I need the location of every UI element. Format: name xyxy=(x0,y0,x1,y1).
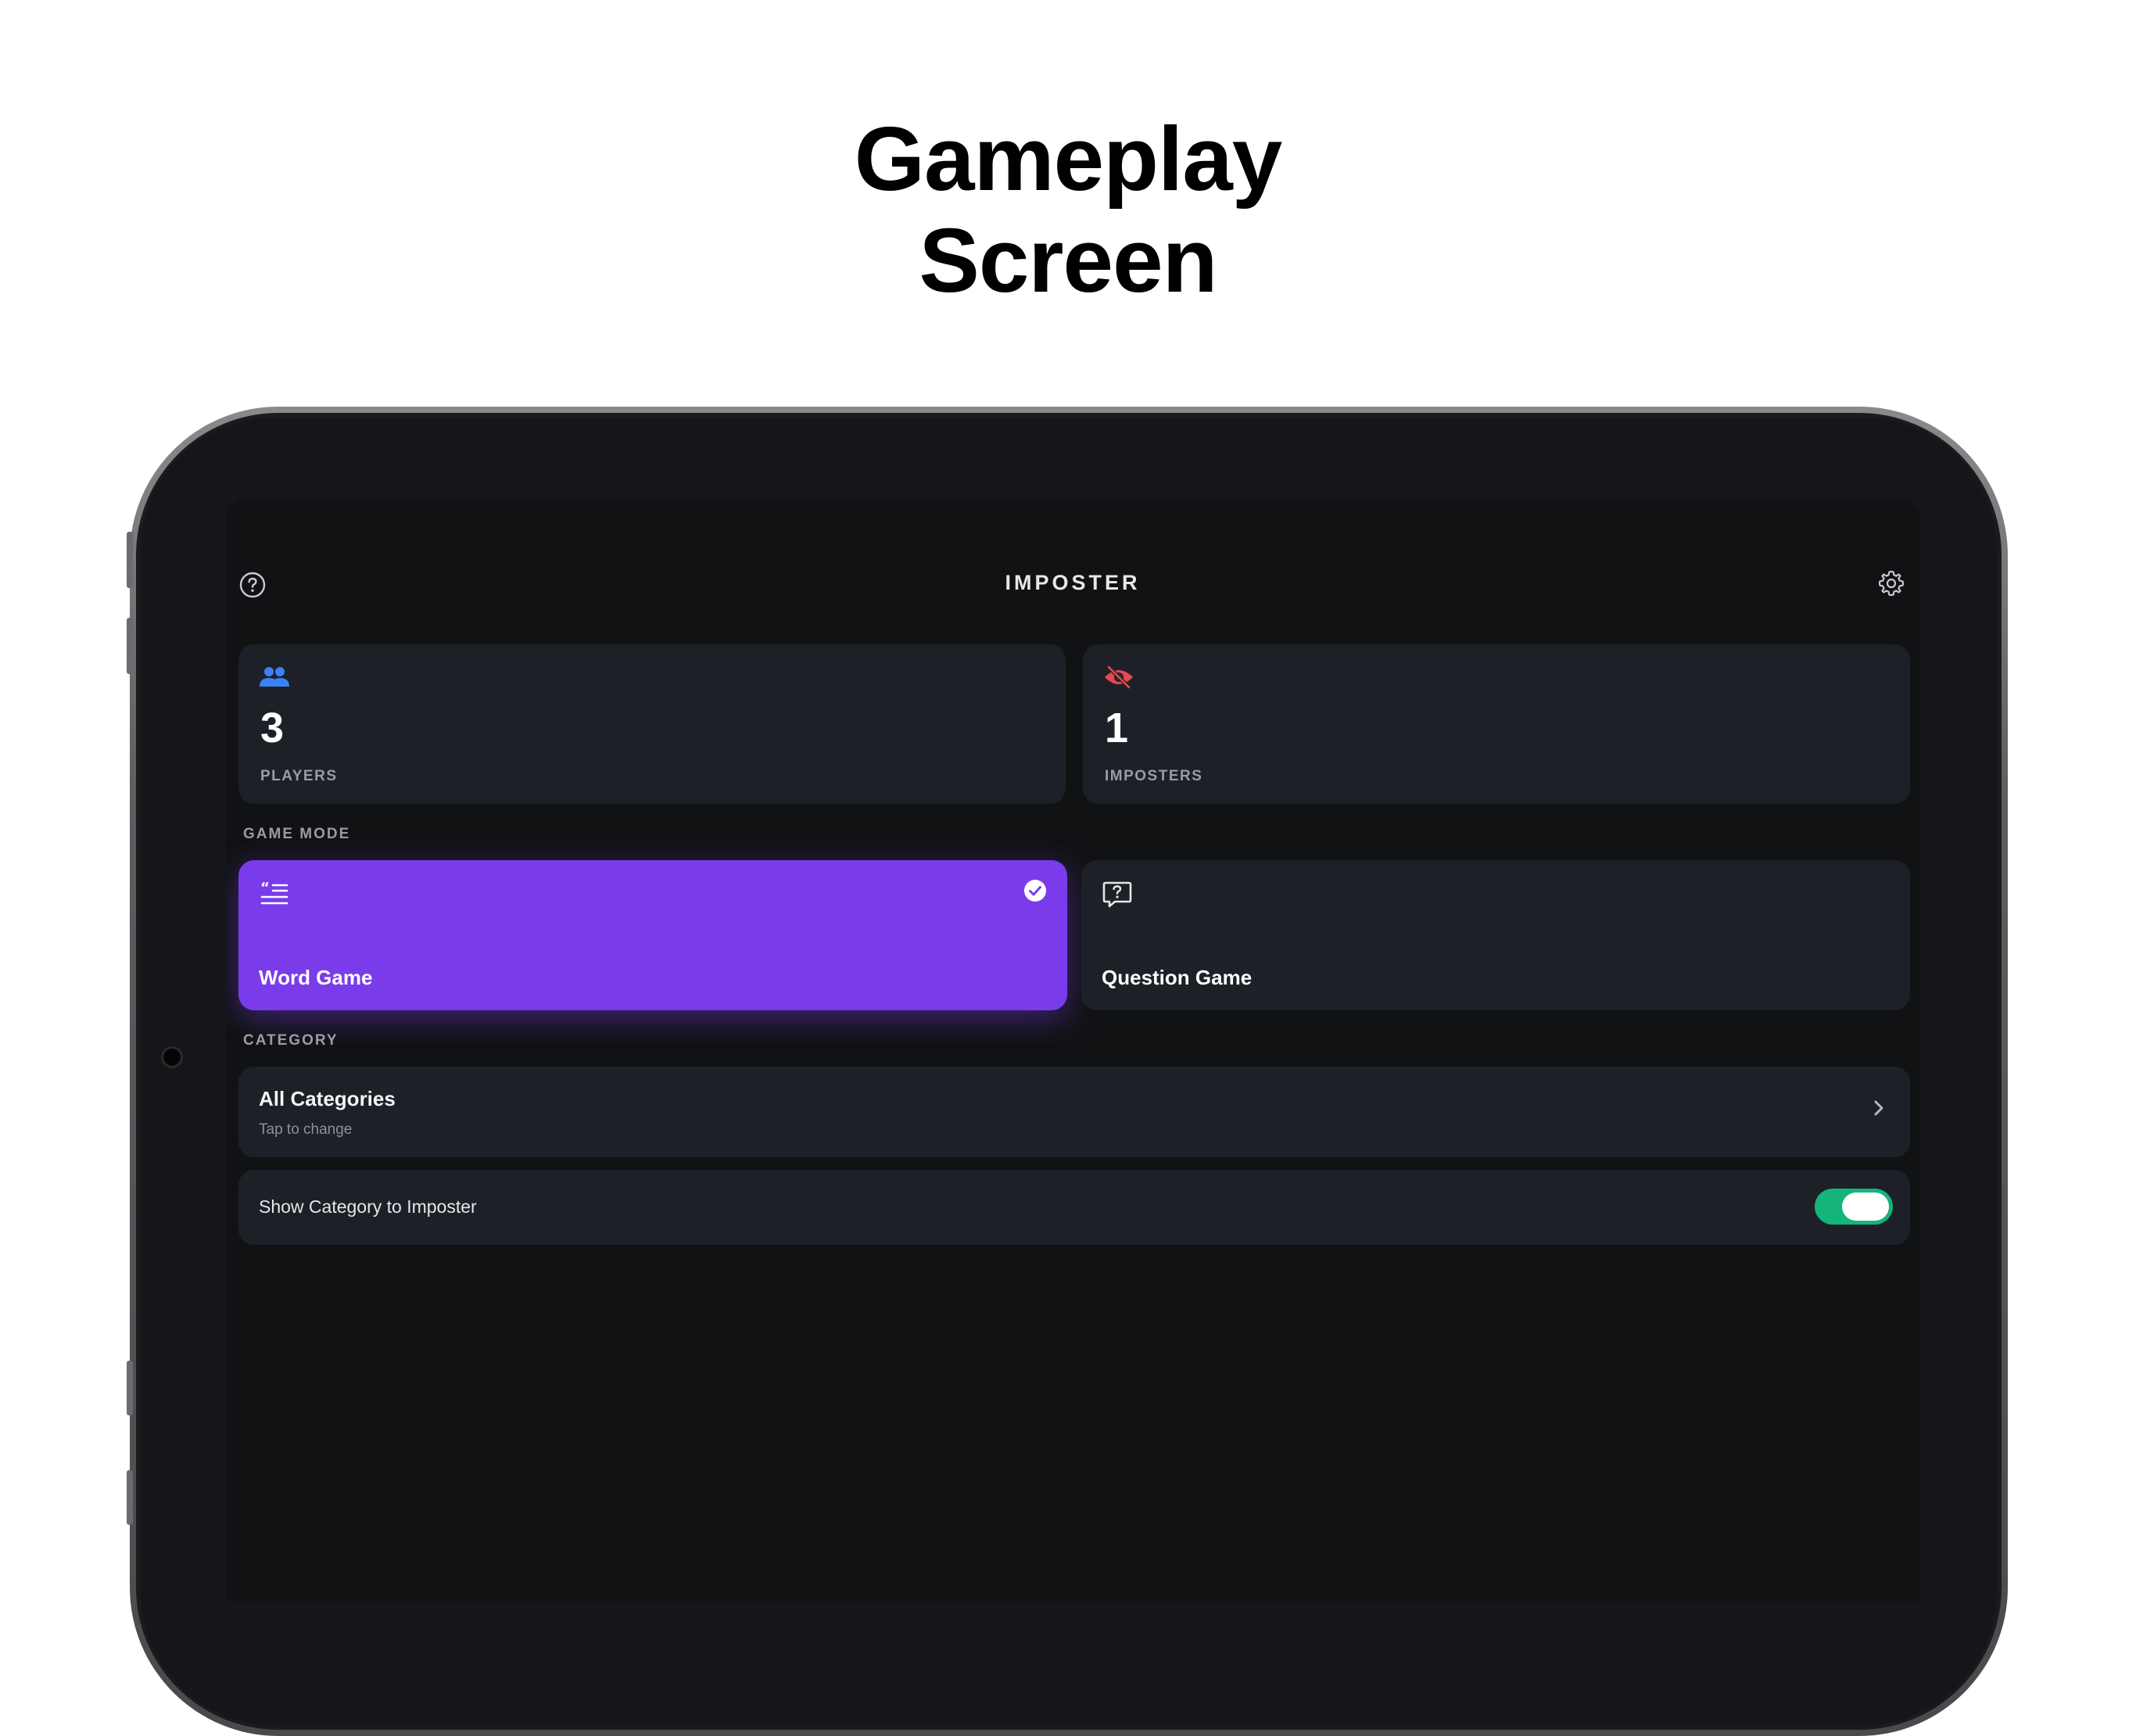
question-game-option[interactable]: Question Game xyxy=(1081,860,1910,1010)
chevron-right-icon xyxy=(1874,1100,1883,1116)
word-game-option[interactable]: “ Word Game xyxy=(238,860,1067,1010)
category-selector[interactable]: All Categories Tap to change xyxy=(238,1067,1910,1157)
volume-button-bottom xyxy=(127,618,133,674)
gear-icon xyxy=(1878,570,1905,597)
side-button-lower-1 xyxy=(127,1361,133,1415)
checkmark-circle-icon xyxy=(1024,880,1046,902)
show-category-toggle[interactable] xyxy=(1815,1189,1893,1225)
imposters-count: 1 xyxy=(1105,705,1129,751)
game-mode-section-label: GAME MODE xyxy=(243,826,351,842)
headline-line-1: Gameplay xyxy=(854,108,1283,210)
players-label: PLAYERS xyxy=(260,768,338,784)
category-value: All Categories xyxy=(259,1087,396,1110)
question-bubble-icon xyxy=(1102,881,1132,908)
svg-text:“: “ xyxy=(260,880,270,896)
headline-line-2: Screen xyxy=(919,210,1218,311)
quote-list-icon: “ xyxy=(260,880,289,905)
word-game-label: Word Game xyxy=(259,966,373,989)
question-game-label: Question Game xyxy=(1102,966,1253,989)
show-category-label: Show Category to Imposter xyxy=(259,1196,477,1217)
players-count: 3 xyxy=(260,705,285,751)
side-button-lower-2 xyxy=(127,1470,133,1525)
toggle-knob xyxy=(1842,1193,1889,1221)
settings-button[interactable] xyxy=(1876,568,1907,599)
category-section-label: CATEGORY xyxy=(243,1032,339,1049)
show-category-row: Show Category to Imposter xyxy=(238,1170,1910,1245)
people-icon xyxy=(260,667,289,687)
imposters-card[interactable]: 1 IMPOSTERS xyxy=(1083,644,1910,804)
front-camera xyxy=(161,1046,183,1068)
eye-slash-icon xyxy=(1105,665,1133,690)
app-screen: IMPOSTER 3 PLAYERS 1 IMPOSTERS GAME MODE xyxy=(226,499,1919,1601)
headline: Gameplay Screen xyxy=(0,108,2136,311)
imposters-label: IMPOSTERS xyxy=(1105,768,1203,784)
app-title: IMPOSTER xyxy=(1005,571,1141,594)
players-card[interactable]: 3 PLAYERS xyxy=(238,644,1066,804)
category-hint: Tap to change xyxy=(259,1121,353,1138)
volume-button-top xyxy=(127,532,133,588)
